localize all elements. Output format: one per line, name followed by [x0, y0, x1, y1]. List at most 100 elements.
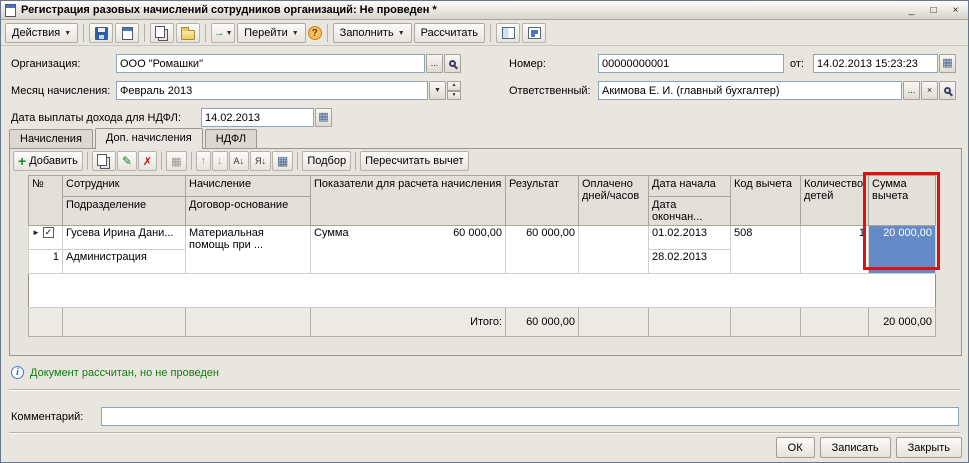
tab-ndfl[interactable]: НДФЛ — [204, 129, 258, 148]
close-icon[interactable]: × — [947, 3, 964, 18]
copy-button[interactable] — [150, 23, 175, 43]
col-header-children[interactable]: Количество детей — [800, 175, 869, 226]
list-settings-button[interactable] — [522, 23, 547, 43]
col-header-deduction-sum[interactable]: Сумма вычета — [868, 175, 936, 226]
col-header-indicators[interactable]: Показатели для расчета начисления — [310, 175, 506, 226]
responsible-input[interactable] — [598, 81, 902, 100]
comment-input[interactable] — [101, 407, 959, 426]
separator — [190, 152, 192, 170]
month-spinner[interactable]: ▲ ▼ — [447, 81, 461, 100]
responsible-field-group: ... × — [598, 81, 956, 100]
calculate-label: Рассчитать — [420, 27, 479, 39]
col-header-paid[interactable]: Оплачено дней/часов — [578, 175, 649, 226]
reread-button[interactable] — [115, 23, 140, 43]
responsible-ellipsis-button[interactable]: ... — [903, 81, 920, 100]
tab-dop-nachisleniya[interactable]: Доп. начисления — [94, 128, 203, 149]
split-view-button[interactable] — [496, 23, 521, 43]
date-end-cell[interactable]: 28.02.2013 — [648, 249, 731, 274]
col-header-result[interactable]: Результат — [505, 175, 579, 226]
ndfl-date-input[interactable] — [201, 108, 314, 127]
ok-button[interactable]: ОК — [775, 437, 815, 458]
result-cell[interactable]: 60 000,00 — [505, 225, 579, 274]
status-line: i Документ рассчитан, но не проведен — [11, 366, 219, 379]
sort-asc-button[interactable]: А↓ — [228, 151, 250, 171]
help-icon[interactable]: ? — [307, 26, 322, 40]
month-dropdown-button[interactable]: ▼ — [429, 81, 446, 100]
minimize-icon[interactable]: _ — [903, 3, 920, 18]
date-start-cell[interactable]: 01.02.2013 — [648, 225, 731, 250]
separator — [144, 24, 146, 42]
recalc-deduction-button[interactable]: Пересчитать вычет — [360, 151, 469, 171]
organization-ellipsis-button[interactable]: ... — [426, 54, 443, 73]
tab-panel: + Добавить ✎ ✗ ▦ ↑ ↓ А↓ Я↓ ▦ Подбор Пере… — [9, 148, 962, 356]
tab-bar: Начисления Доп. начисления НДФЛ — [9, 128, 259, 149]
col-header-department[interactable]: Подразделение — [62, 196, 186, 226]
col-header-employee[interactable]: Сотрудник — [62, 175, 186, 197]
indicator-value: 60 000,00 — [453, 227, 502, 239]
paid-days-cell[interactable] — [578, 225, 649, 274]
col-header-accrual[interactable]: Начисление — [185, 175, 311, 197]
actions-button[interactable]: Действия ▼ — [5, 23, 79, 43]
organization-input[interactable] — [116, 54, 425, 73]
go-button[interactable]: Перейти ▼ — [237, 23, 306, 43]
table-row[interactable]: ► ✓ Гусева Ирина Дани... Материальная по… — [28, 225, 936, 274]
save-button[interactable] — [89, 23, 114, 43]
pick-button[interactable]: Подбор — [302, 151, 352, 171]
totals-empty — [730, 307, 801, 337]
magnifier-icon — [449, 60, 456, 67]
add-icon: + — [18, 153, 27, 169]
totals-label: Итого: — [310, 307, 506, 337]
maximize-icon[interactable]: □ — [925, 3, 942, 18]
comment-field-group — [101, 407, 959, 426]
indicators-cell[interactable]: Сумма 60 000,00 — [310, 225, 506, 274]
delete-row-button[interactable]: ✗ — [137, 151, 158, 171]
responsible-open-button[interactable] — [939, 81, 956, 100]
deduction-code-cell[interactable]: 508 — [730, 225, 801, 274]
col-header-deduction-code[interactable]: Код вычета — [730, 175, 801, 226]
row-marker-cell[interactable]: ► ✓ — [28, 225, 63, 250]
list-setup-button[interactable]: ▦ — [272, 151, 294, 171]
close-button-footer[interactable]: Закрыть — [895, 437, 962, 458]
add-row-button[interactable]: + Добавить — [13, 151, 83, 171]
month-input[interactable] — [116, 81, 428, 100]
col-header-contract[interactable]: Договор-основание — [185, 196, 311, 226]
col-header-num[interactable]: № — [28, 175, 63, 226]
ndfl-calendar-button[interactable]: ▦ — [315, 108, 332, 127]
col-header-date-start[interactable]: Дата начала — [648, 175, 731, 197]
arrow-down-icon: ↓ — [217, 155, 223, 167]
date-input[interactable] — [813, 54, 938, 73]
calculate-button[interactable]: Рассчитать — [413, 23, 486, 43]
col-header-date-end[interactable]: Дата окончан... — [648, 196, 731, 226]
department-cell[interactable]: Администрация — [62, 249, 186, 274]
spin-up-icon[interactable]: ▲ — [447, 81, 461, 91]
date-calendar-button[interactable]: ▦ — [939, 54, 956, 73]
move-down-button[interactable]: ↓ — [212, 151, 228, 171]
number-input[interactable] — [598, 54, 784, 73]
fill-button[interactable]: Заполнить ▼ — [332, 23, 412, 43]
sort-desc-button[interactable]: Я↓ — [250, 151, 272, 171]
separator — [205, 24, 207, 42]
employee-cell[interactable]: Гусева Ирина Дани... — [62, 225, 186, 250]
fill-label: Заполнить — [339, 27, 394, 39]
deduction-sum-cell[interactable]: 20 000,00 — [868, 225, 936, 274]
row-checkbox[interactable]: ✓ — [42, 227, 54, 238]
totals-empty — [578, 307, 649, 337]
spin-down-icon[interactable]: ▼ — [447, 90, 461, 100]
post-icon: → — [213, 26, 225, 39]
tab-nachisleniya[interactable]: Начисления — [9, 129, 93, 148]
responsible-clear-button[interactable]: × — [921, 81, 938, 100]
children-count-cell[interactable]: 1 — [800, 225, 869, 274]
copy-row-button[interactable] — [91, 151, 116, 171]
row-number-cell[interactable]: 1 — [28, 249, 63, 274]
move-up-button[interactable]: ↑ — [195, 151, 211, 171]
edit-row-button[interactable]: ✎ — [116, 151, 137, 171]
delete-icon: ✗ — [142, 155, 153, 168]
post-document-button[interactable]: → ▼ — [211, 23, 236, 43]
accrual-cell[interactable]: Материальная помощь при ... — [185, 225, 311, 274]
save-button-footer[interactable]: Записать — [819, 437, 891, 458]
end-edit-button[interactable]: ▦ — [166, 151, 187, 171]
open-list-button[interactable] — [176, 23, 201, 43]
organization-open-button[interactable] — [444, 54, 461, 73]
grid-icon: ▦ — [277, 154, 289, 168]
totals-empty — [800, 307, 869, 337]
